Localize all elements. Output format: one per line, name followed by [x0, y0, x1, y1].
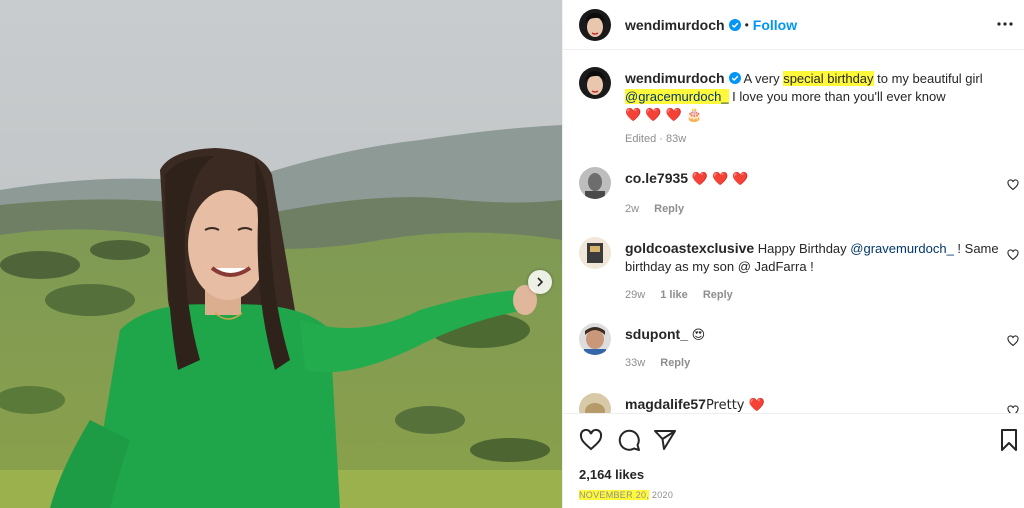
caption-emoji: ❤️ ❤️ ❤️ 🎂	[625, 108, 703, 123]
comment-row: magdalife57 Pretty ❤️	[579, 393, 1019, 414]
comment-meta: 29w 1 like Reply	[625, 289, 745, 301]
verified-icon	[728, 72, 741, 84]
follow-button[interactable]: Follow	[753, 17, 797, 33]
post-date-highlight: NOVEMBER 20,	[579, 490, 650, 500]
comment-avatar[interactable]	[579, 237, 611, 269]
post-date: NOVEMBER 20, 2020	[579, 490, 673, 500]
comment-avatar[interactable]	[579, 167, 611, 199]
comment-text: sdupont_ 😍	[625, 325, 999, 345]
heart-icon[interactable]	[1007, 249, 1019, 261]
caption-meta: Edited · 83w	[625, 133, 698, 145]
more-options-button[interactable]	[995, 14, 1015, 34]
comment-content: Pretty ❤️	[705, 398, 765, 413]
comment-row: sdupont_ 😍 33w Reply	[579, 323, 1019, 383]
reply-button[interactable]: Reply	[660, 357, 690, 369]
comment-likes[interactable]: 1 like	[660, 289, 688, 301]
comment-time: 29w	[625, 289, 646, 301]
comment-content: ❤️ ❤️ ❤️	[691, 172, 749, 187]
action-bar	[563, 418, 1024, 462]
comment-avatar[interactable]	[579, 393, 611, 413]
caption-avatar[interactable]	[579, 67, 611, 99]
caption-highlight: special birthday	[783, 71, 874, 86]
caption-text: wendimurdoch A very special birthday to …	[625, 69, 999, 125]
caption-text-part: A very	[740, 71, 784, 86]
comment-username[interactable]: sdupont_	[625, 326, 688, 342]
post-photo[interactable]	[0, 0, 562, 508]
heart-icon[interactable]	[579, 428, 603, 452]
reply-button[interactable]: Reply	[703, 289, 733, 301]
caption-text-part: I love you more than you'll ever know	[728, 89, 946, 104]
comment-text: goldcoastexclusive Happy Birthday @grave…	[625, 239, 999, 276]
comment-text: co.le7935 ❤️ ❤️ ❤️	[625, 169, 999, 189]
carousel-next-icon	[537, 277, 544, 287]
comment-content: 😍	[691, 328, 706, 343]
post-side-panel: wendimurdoch • Follow wendimurdoch A ver…	[562, 0, 1024, 508]
caption: wendimurdoch A very special birthday to …	[579, 67, 1019, 167]
caption-text-part: to my beautiful girl	[873, 71, 983, 86]
author-username[interactable]: wendimurdoch	[625, 17, 725, 33]
heart-icon[interactable]	[1007, 179, 1019, 191]
comment-time: 2w	[625, 203, 640, 215]
reply-button[interactable]: Reply	[654, 203, 684, 215]
author-avatar[interactable]	[579, 8, 611, 41]
comment-icon[interactable]	[617, 428, 641, 452]
comment-username[interactable]: magdalife57	[625, 396, 706, 412]
more-icon	[997, 22, 1013, 26]
comment-username[interactable]: co.le7935	[625, 170, 688, 186]
verified-icon	[728, 18, 741, 31]
comment-row: goldcoastexclusive Happy Birthday @grave…	[579, 237, 1019, 317]
comment-meta: 2w Reply	[625, 203, 696, 215]
comment-row: co.le7935 ❤️ ❤️ ❤️ 2w Reply	[579, 167, 1019, 227]
comment-avatar[interactable]	[579, 323, 611, 355]
header-separator: •	[744, 17, 749, 32]
caption-mention-link[interactable]: @gracemurdoch_	[625, 89, 729, 104]
post-header: wendimurdoch • Follow	[563, 0, 1024, 50]
comment-username[interactable]: goldcoastexclusive	[625, 240, 754, 256]
heart-icon[interactable]	[1007, 335, 1019, 347]
likes-count[interactable]: 2,164 likes	[579, 467, 644, 482]
comment-text: magdalife57 Pretty ❤️	[625, 395, 999, 413]
share-icon[interactable]	[653, 428, 677, 452]
comment-time: 33w	[625, 357, 646, 369]
post-date-year: 2020	[649, 490, 674, 500]
heart-icon[interactable]	[1007, 405, 1019, 414]
photo-illustration	[0, 0, 562, 508]
comment-content: Happy Birthday	[754, 241, 851, 256]
bookmark-icon[interactable]	[997, 428, 1021, 452]
caption-edited-time: Edited · 83w	[625, 133, 687, 145]
comment-meta: 33w Reply	[625, 357, 702, 369]
comment-mention-link[interactable]: @gravemurdoch_	[850, 241, 954, 256]
caption-username[interactable]: wendimurdoch	[625, 70, 725, 86]
comments-list[interactable]: wendimurdoch A very special birthday to …	[563, 51, 1024, 414]
carousel-next-button[interactable]	[528, 270, 552, 294]
